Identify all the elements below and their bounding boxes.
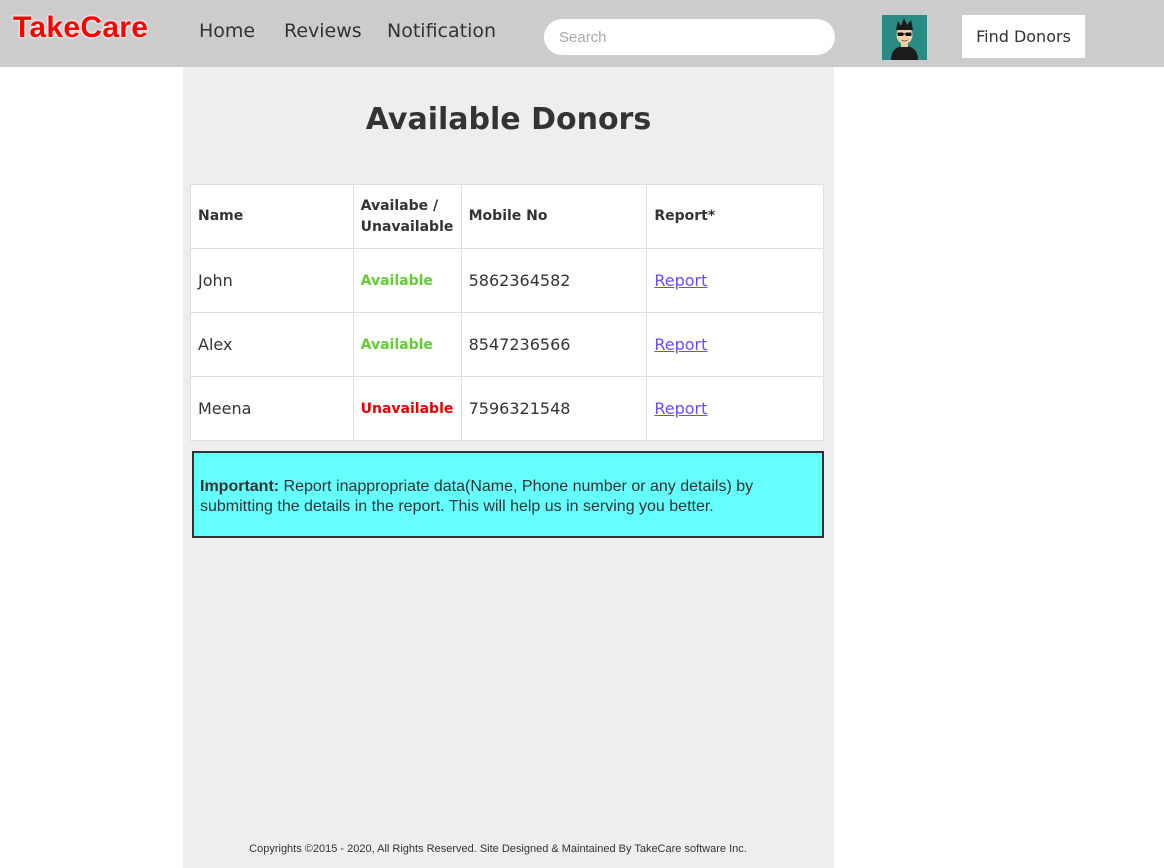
notice-text: Report inappropriate data(Name, Phone nu…	[200, 478, 754, 515]
donor-status: Available	[352, 248, 462, 313]
header-availability-line1: Availabe /	[360, 197, 439, 214]
user-avatar[interactable]	[882, 15, 927, 60]
header-name: Name	[190, 184, 354, 249]
table-row: Alex Available 8547236566 Report	[190, 312, 824, 377]
report-link[interactable]: Report	[654, 271, 707, 290]
important-notice: Important: Report inappropriate data(Nam…	[192, 451, 824, 538]
nav-home-link[interactable]: Home	[199, 20, 255, 42]
donor-name: John	[190, 248, 354, 313]
donor-mobile: 7596321548	[460, 376, 648, 441]
footer-copyright: Copyrights ©2015 - 2020, All Rights Rese…	[249, 843, 747, 855]
header-availability: Availabe / Unavailable	[352, 184, 462, 249]
nav-notification-link[interactable]: Notification	[387, 20, 496, 42]
donor-mobile: 5862364582	[460, 248, 648, 313]
notice-label: Important:	[200, 478, 280, 495]
donor-name: Meena	[190, 376, 354, 441]
table-row: John Available 5862364582 Report	[190, 248, 824, 313]
find-donors-button[interactable]: Find Donors	[962, 15, 1085, 58]
report-link[interactable]: Report	[654, 399, 707, 418]
donors-table: Name Availabe / Unavailable Mobile No Re…	[190, 184, 824, 441]
header-mobile: Mobile No	[460, 184, 648, 249]
page-title: Available Donors	[365, 102, 652, 137]
search-input[interactable]	[544, 19, 835, 55]
report-cell: Report	[646, 376, 824, 441]
main-content: Available Donors Name Availabe / Unavail…	[183, 67, 834, 868]
donor-status: Unavailable	[352, 376, 462, 441]
brand-logo[interactable]: TakeCare	[13, 11, 148, 45]
report-link[interactable]: Report	[654, 335, 707, 354]
report-cell: Report	[646, 248, 824, 313]
header-report: Report*	[646, 184, 824, 249]
report-cell: Report	[646, 312, 824, 377]
table-row: Meena Unavailable 7596321548 Report	[190, 376, 824, 441]
table-header-row: Name Availabe / Unavailable Mobile No Re…	[190, 184, 824, 249]
top-navbar: TakeCare Home Reviews Notification Find …	[0, 0, 1164, 67]
header-availability-line2: Unavailable	[360, 218, 454, 235]
avatar-icon	[882, 15, 927, 60]
nav-reviews-link[interactable]: Reviews	[284, 20, 362, 42]
donor-name: Alex	[190, 312, 354, 377]
donor-mobile: 8547236566	[460, 312, 648, 377]
donor-status: Available	[352, 312, 462, 377]
